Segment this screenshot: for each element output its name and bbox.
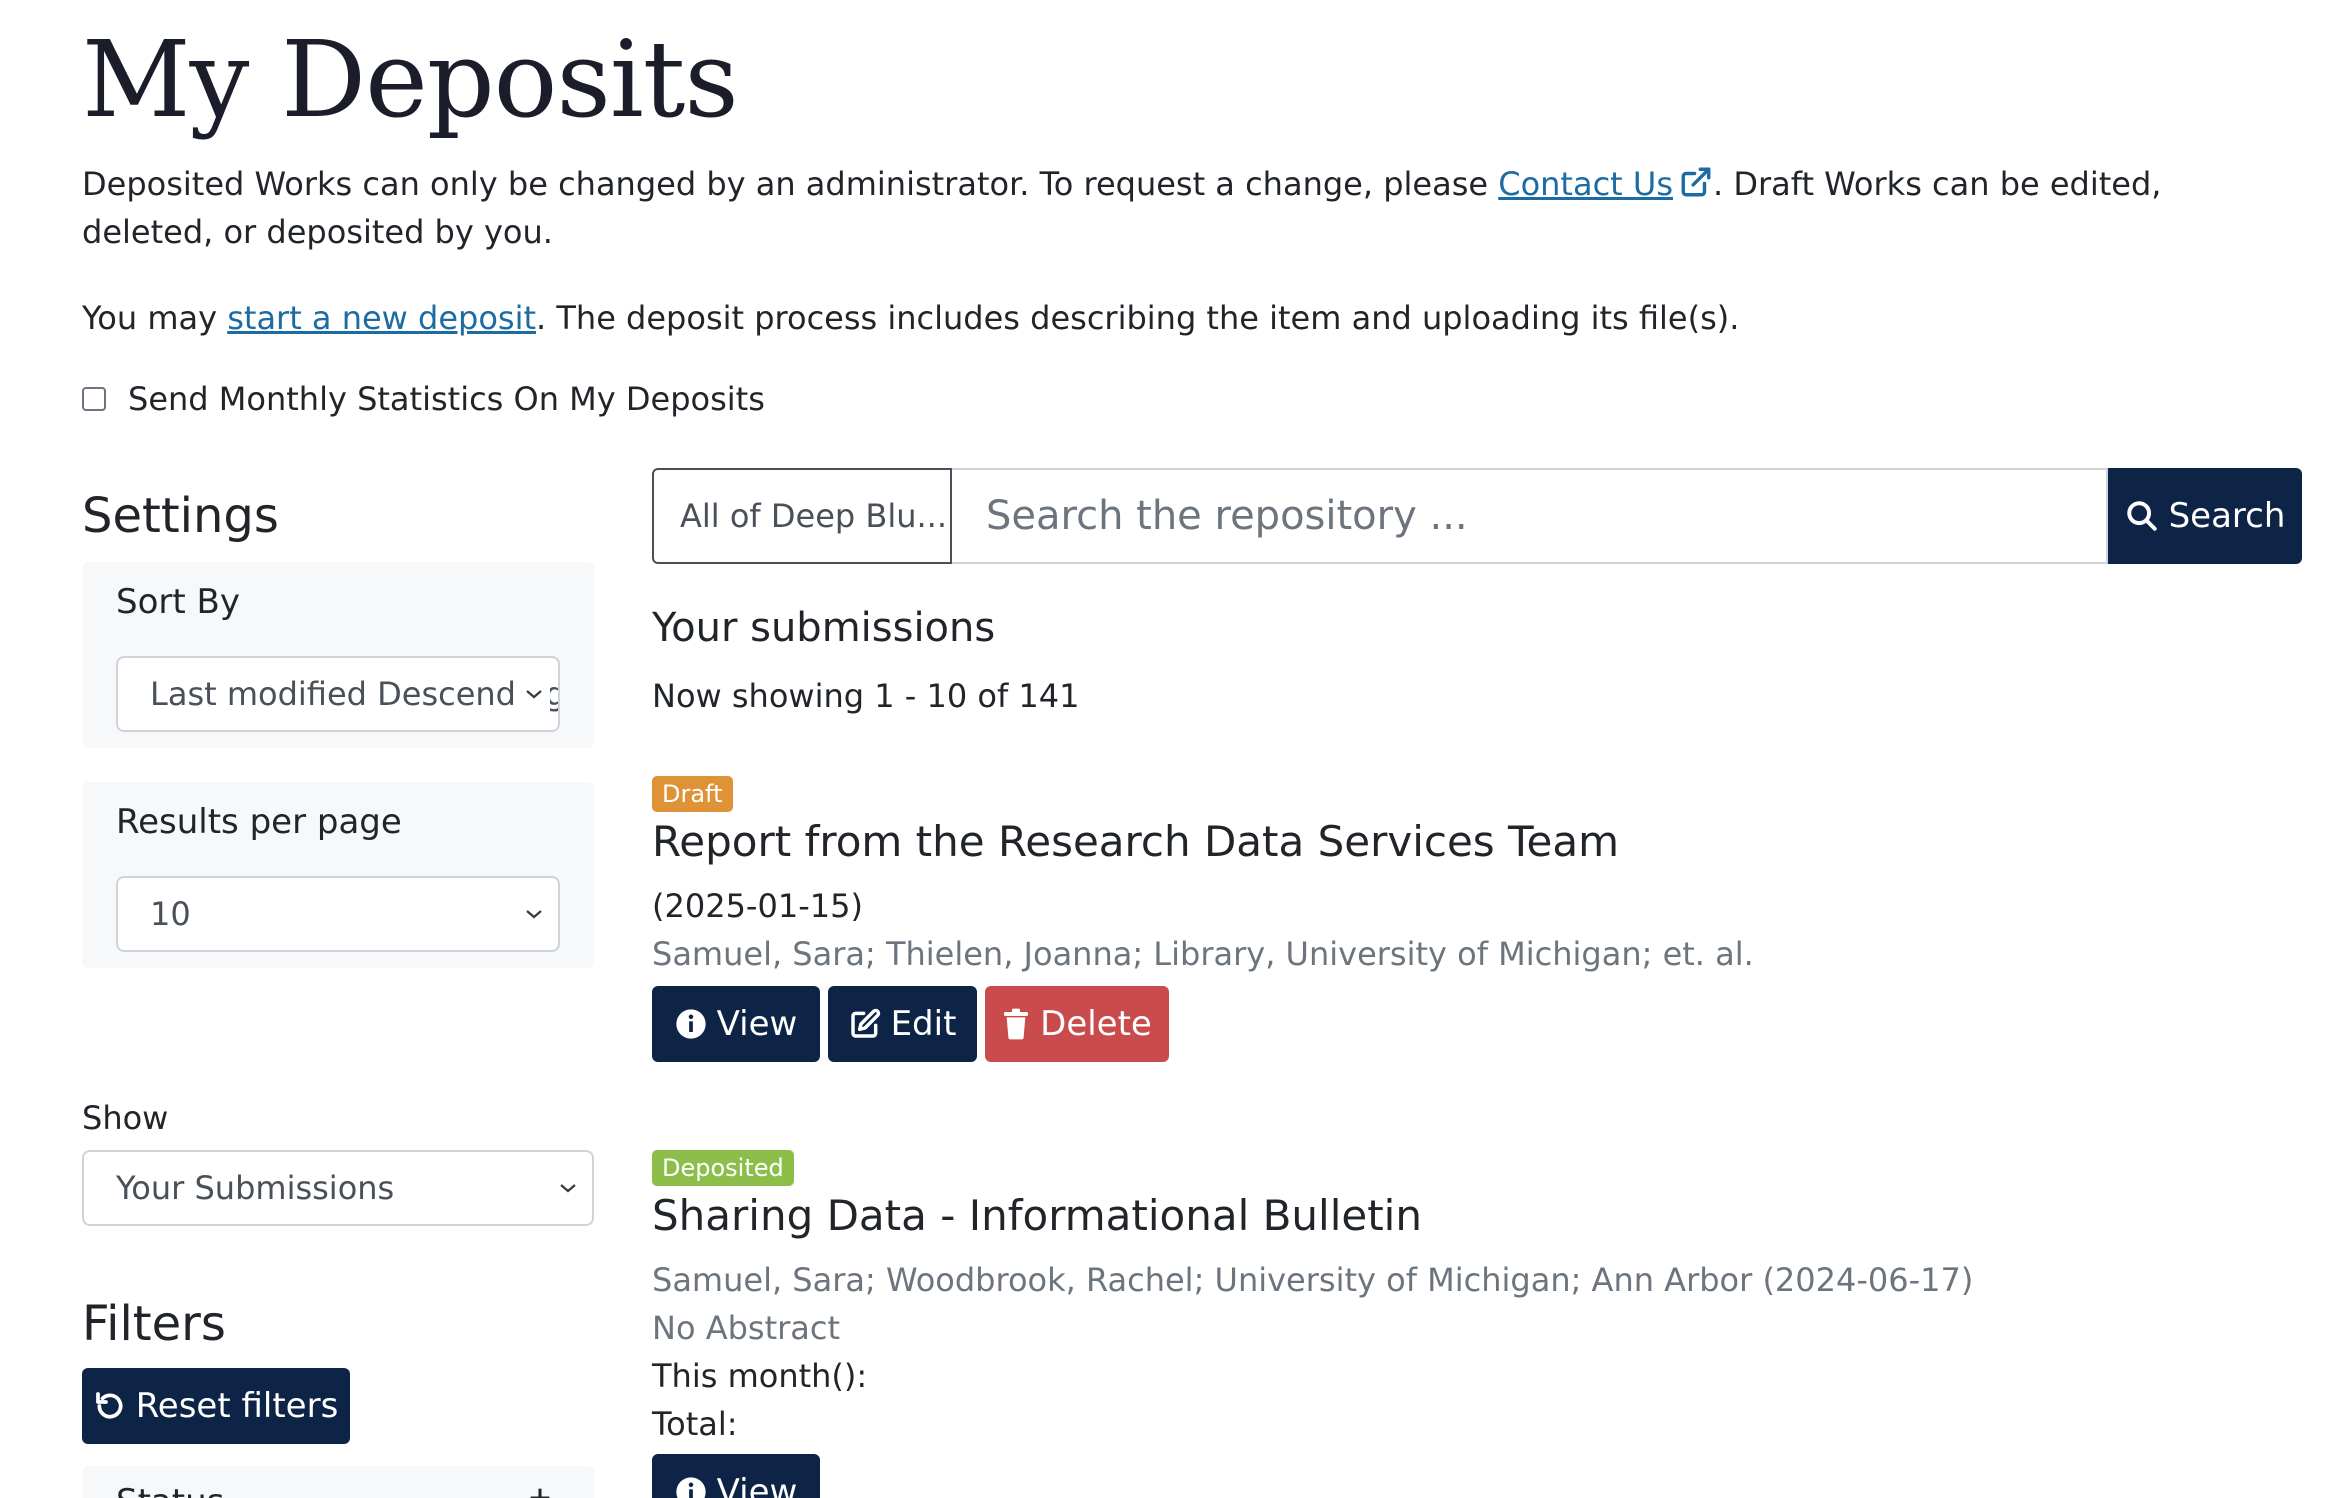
- reset-icon: [95, 1392, 123, 1419]
- start-new-deposit-link[interactable]: start a new deposit: [227, 299, 536, 337]
- view-button[interactable]: View: [652, 986, 820, 1062]
- edit-button[interactable]: Edit: [828, 986, 977, 1062]
- view-button[interactable]: View: [652, 1454, 820, 1498]
- sort-by-panel: Sort By Last modified Descending: [82, 562, 594, 748]
- sort-by-label: Sort By: [116, 582, 240, 622]
- search-input[interactable]: Search the repository ...: [952, 468, 2108, 564]
- trash-icon: [1004, 1008, 1029, 1040]
- results-per-page-value: 10: [150, 895, 191, 933]
- item-stats-this-month: This month():: [652, 1357, 868, 1395]
- show-label: Show: [82, 1099, 169, 1137]
- view-button-label: View: [716, 1472, 798, 1498]
- item-title-link[interactable]: Sharing Data - Informational Bulletin: [652, 1186, 1422, 1246]
- page-title: My Deposits: [82, 18, 739, 141]
- item-stats-total: Total:: [652, 1405, 738, 1443]
- status-facet-panel[interactable]: Status: [82, 1466, 594, 1498]
- plus-icon[interactable]: [526, 1484, 554, 1498]
- filters-heading: Filters: [82, 1296, 226, 1352]
- page: My Deposits Deposited Works can only be …: [0, 0, 2344, 1498]
- new-deposit-suffix: . The deposit process includes describin…: [536, 299, 1740, 337]
- status-badge: Deposited: [652, 1150, 794, 1186]
- search-scope-select[interactable]: All of Deep Blu...: [652, 468, 952, 564]
- results-heading: Your submissions: [652, 605, 996, 651]
- item-date: (2025-01-15): [652, 887, 863, 925]
- sort-by-value: Last modified Descending: [150, 675, 560, 713]
- delete-button-label: Delete: [1040, 1004, 1152, 1044]
- reset-filters-button[interactable]: Reset filters: [82, 1368, 350, 1444]
- info-icon: [675, 1009, 706, 1039]
- results-count: Now showing 1 - 10 of 141: [652, 677, 1080, 715]
- sort-by-select[interactable]: Last modified Descending: [116, 656, 560, 732]
- monthly-stats-option[interactable]: Send Monthly Statistics On My Deposits: [82, 374, 765, 424]
- item-title-link[interactable]: Report from the Research Data Services T…: [652, 812, 1619, 872]
- search-icon: [2126, 501, 2157, 531]
- intro-text: Deposited Works can only be changed by a…: [82, 160, 2262, 256]
- results-per-page-panel: Results per page 10: [82, 782, 594, 968]
- show-value: Your Submissions: [116, 1169, 395, 1207]
- status-badge: Draft: [652, 776, 733, 812]
- search-button-label: Search: [2168, 496, 2286, 536]
- chevron-down-icon: [518, 658, 550, 730]
- show-select[interactable]: Your Submissions: [82, 1150, 594, 1226]
- new-deposit-text: You may start a new deposit. The deposit…: [82, 294, 1739, 342]
- reset-filters-label: Reset filters: [135, 1386, 339, 1426]
- item-abstract: No Abstract: [652, 1309, 841, 1347]
- delete-button[interactable]: Delete: [985, 986, 1169, 1062]
- info-icon: [675, 1477, 706, 1498]
- search-button[interactable]: Search: [2108, 468, 2302, 564]
- edit-icon: [850, 1008, 880, 1038]
- monthly-stats-checkbox[interactable]: [82, 387, 106, 411]
- view-button-label: View: [716, 1004, 798, 1044]
- chevron-down-icon: [518, 878, 550, 950]
- intro-text-part1: Deposited Works can only be changed by a…: [82, 165, 1499, 203]
- chevron-down-icon: [552, 1152, 584, 1224]
- edit-button-label: Edit: [890, 1004, 957, 1044]
- contact-us-link[interactable]: Contact Us: [1498, 165, 1673, 203]
- results-per-page-label: Results per page: [116, 802, 402, 842]
- item-authors: Samuel, Sara; Woodbrook, Rachel; Univers…: [652, 1261, 1974, 1299]
- settings-heading: Settings: [82, 488, 279, 544]
- status-facet-label[interactable]: Status: [116, 1480, 224, 1498]
- external-link-icon[interactable]: [1679, 165, 1713, 199]
- new-deposit-prefix: You may: [82, 299, 228, 337]
- results-per-page-select[interactable]: 10: [116, 876, 560, 952]
- monthly-stats-label[interactable]: Send Monthly Statistics On My Deposits: [128, 380, 765, 418]
- item-authors: Samuel, Sara; Thielen, Joanna; Library, …: [652, 935, 1754, 973]
